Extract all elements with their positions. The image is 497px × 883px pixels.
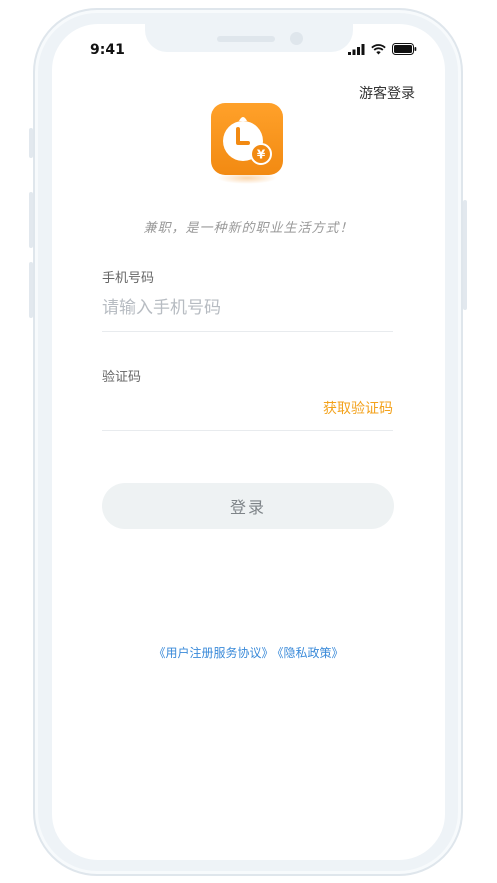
side-button-left-3	[29, 262, 33, 318]
status-time: 9:41	[90, 42, 125, 58]
wifi-icon	[371, 43, 386, 54]
get-code-button[interactable]: 获取验证码	[323, 398, 393, 418]
privacy-policy-link[interactable]: 《隐私政策》	[278, 646, 344, 660]
logo-reflection	[217, 172, 277, 184]
verification-code-input[interactable]	[102, 396, 302, 422]
status-icons	[348, 43, 417, 55]
svg-text:¥: ¥	[257, 148, 266, 162]
side-button-right	[463, 200, 467, 310]
clock-yuan-icon: ¥	[223, 117, 272, 165]
app-logo: ¥	[211, 103, 283, 175]
front-camera	[290, 32, 303, 45]
app-screen: 9:41 游客登录 ¥ 兼职，是一种新的职业生活方式！ 手机号码 请输入手机号码…	[52, 24, 445, 860]
phone-divider	[102, 331, 393, 332]
side-button-left-2	[29, 192, 33, 248]
guest-login-link[interactable]: 游客登录	[359, 83, 415, 103]
login-button[interactable]: 登录	[102, 483, 394, 529]
code-divider	[102, 430, 393, 431]
phone-input[interactable]	[102, 295, 392, 321]
phone-label: 手机号码	[102, 271, 155, 286]
side-button-left-1	[29, 128, 33, 158]
code-label: 验证码	[102, 370, 142, 385]
notch	[145, 24, 353, 52]
speaker-grille	[217, 36, 275, 42]
battery-icon	[392, 43, 417, 55]
agreements: 《用户注册服务协议》 《隐私政策》	[52, 644, 445, 661]
slogan: 兼职，是一种新的职业生活方式！	[143, 221, 354, 236]
signal-icon	[348, 43, 365, 55]
user-agreement-link[interactable]: 《用户注册服务协议》	[153, 646, 273, 660]
